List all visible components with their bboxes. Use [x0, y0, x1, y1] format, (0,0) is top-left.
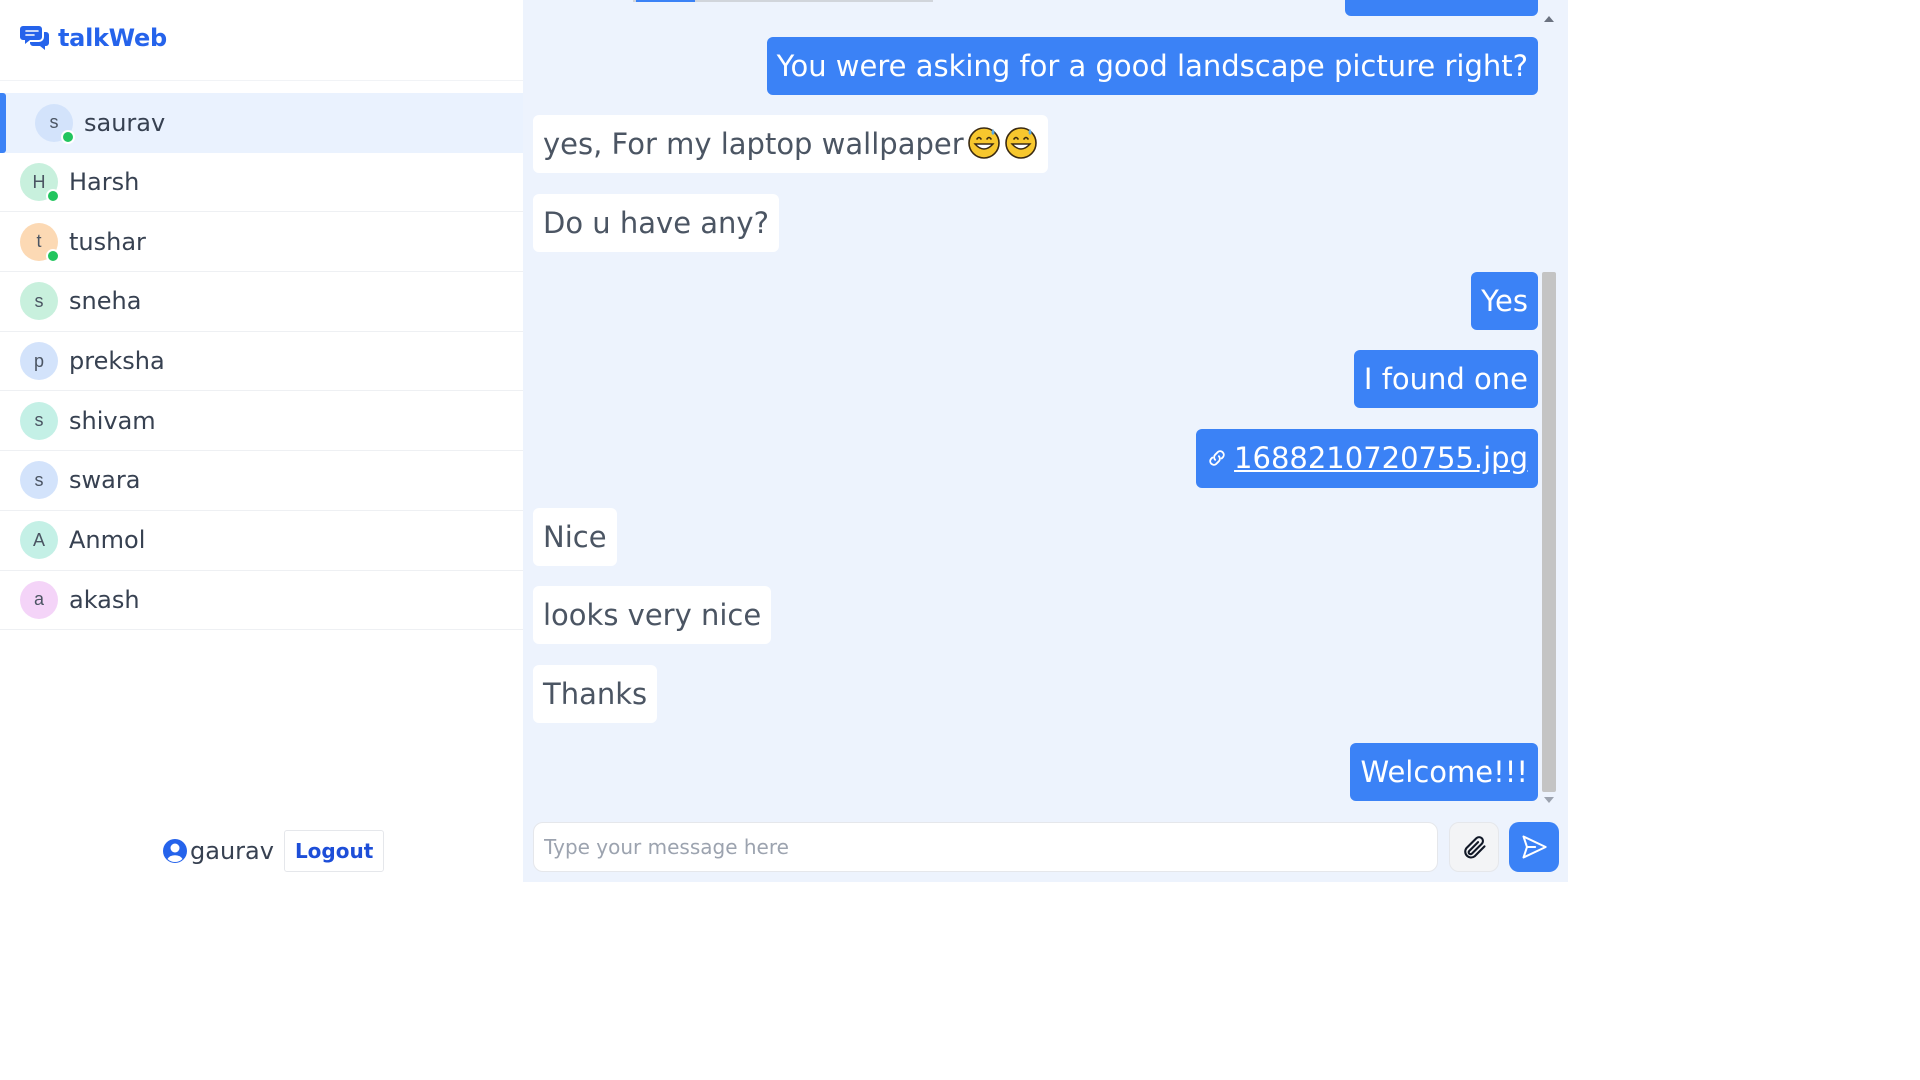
- avatar: p: [20, 342, 58, 381]
- message-input[interactable]: [533, 822, 1438, 872]
- scroll-up-arrow-icon[interactable]: [1544, 16, 1554, 22]
- message-text: Welcome!!!: [1360, 755, 1528, 789]
- message-text: Do u have any?: [543, 206, 769, 240]
- contact-name: tushar: [69, 227, 146, 256]
- grinning-sweat-face-icon: [967, 127, 1000, 159]
- contact-name: saurav: [84, 108, 166, 137]
- message-text: Yes: [1481, 284, 1528, 318]
- chat-bubbles-icon: [20, 26, 49, 50]
- attach-button[interactable]: [1449, 822, 1499, 872]
- contact-name: shivam: [69, 406, 156, 435]
- contact-name: swara: [69, 466, 141, 495]
- received-message-bubble: Thanks: [533, 665, 658, 723]
- user-circle-icon: [163, 839, 187, 863]
- contact-item-sneha[interactable]: s sneha: [0, 272, 523, 332]
- contact-list: s saurav H Harsh t tushar s sneha p preksha s shiva…: [0, 93, 523, 631]
- avatar-initial: A: [32, 529, 45, 550]
- contact-name: akash: [69, 585, 140, 614]
- link-icon: [1209, 450, 1225, 466]
- avatar: A: [20, 521, 58, 560]
- contact-name: preksha: [69, 347, 165, 376]
- contact-item-harsh[interactable]: H Harsh: [0, 153, 523, 213]
- avatar: s: [35, 103, 75, 144]
- contact-item-swara[interactable]: s swara: [0, 451, 523, 511]
- contact-item-tushar[interactable]: t tushar: [0, 212, 523, 273]
- avatar: s: [20, 282, 58, 321]
- logout-button[interactable]: Logout: [283, 830, 385, 872]
- online-status-dot: [46, 248, 60, 263]
- message-text: yes, For my laptop wallpaper: [543, 127, 964, 161]
- scroll-down-arrow-icon[interactable]: [1544, 797, 1554, 803]
- scrollbar[interactable]: [1540, 0, 1558, 811]
- brand[interactable]: talkWeb: [20, 20, 167, 56]
- received-message-bubble: looks very nice: [533, 586, 772, 644]
- sidebar: talkWeb s saurav H Harsh t tushar s sneha p preks…: [0, 0, 523, 882]
- scroll-thumb[interactable]: [1542, 272, 1556, 792]
- received-message-bubble: Do u have any?: [533, 194, 779, 252]
- avatar-initial: t: [36, 231, 42, 252]
- file-name[interactable]: 1688210720755.jpg: [1234, 429, 1528, 487]
- message-text: You were asking for a good landscape pic…: [776, 49, 1528, 83]
- chat-panel: You were asking for a good landscape pic…: [523, 0, 1568, 882]
- sent-message-bubble: You were asking for a good landscape pic…: [766, 37, 1538, 95]
- online-status-dot: [46, 189, 60, 204]
- avatar-initial: s: [34, 469, 44, 490]
- sent-message-bubble: Welcome!!!: [1350, 743, 1538, 801]
- avatar-initial: s: [49, 112, 59, 133]
- send-icon: [1522, 835, 1547, 859]
- paperclip-icon: [1464, 836, 1486, 859]
- current-user-name: gaurav: [190, 837, 274, 865]
- avatar-initial: s: [34, 290, 44, 311]
- sent-message-bubble: Yes: [1471, 272, 1538, 330]
- contact-item-preksha[interactable]: p preksha: [0, 332, 523, 392]
- contact-name: Harsh: [69, 168, 140, 197]
- avatar-initial: s: [34, 410, 44, 431]
- avatar-initial: p: [33, 350, 44, 371]
- avatar: a: [20, 580, 58, 619]
- divider: [0, 80, 523, 81]
- contact-item-anmol[interactable]: A Anmol: [0, 511, 523, 571]
- online-status-dot: [61, 129, 75, 144]
- message-text: Nice: [543, 520, 607, 554]
- send-button[interactable]: [1509, 822, 1559, 872]
- avatar: s: [20, 461, 58, 500]
- avatar-initial: a: [33, 589, 44, 610]
- message-text: Thanks: [543, 677, 648, 711]
- sent-message-bubble[interactable]: 1688210720755.jpg: [1196, 429, 1538, 488]
- file-attachment-link[interactable]: 1688210720755.jpg: [1206, 429, 1528, 487]
- current-user-bar: gaurav Logout: [162, 830, 385, 872]
- app-name: talkWeb: [58, 24, 167, 52]
- top-strip-active: [636, 0, 695, 2]
- received-message-bubble: Nice: [533, 508, 617, 566]
- message-text: I found one: [1363, 362, 1528, 396]
- contact-name: Anmol: [69, 526, 146, 555]
- received-message-bubble: yes, For my laptop wallpaper: [533, 115, 1048, 173]
- avatar-initial: H: [32, 171, 46, 192]
- message-text: looks very nice: [543, 598, 762, 632]
- contact-name: sneha: [69, 287, 142, 316]
- avatar: s: [20, 401, 58, 440]
- contact-item-akash[interactable]: a akash: [0, 571, 523, 631]
- sent-message-bubble: I found one: [1353, 350, 1538, 408]
- contact-item-shivam[interactable]: s shivam: [0, 391, 523, 452]
- grinning-sweat-face-icon: [1004, 127, 1037, 159]
- message-bubble-cut: [1345, 0, 1538, 16]
- avatar: t: [20, 222, 60, 263]
- contact-item-saurav[interactable]: s saurav: [0, 93, 523, 153]
- avatar: H: [20, 163, 60, 204]
